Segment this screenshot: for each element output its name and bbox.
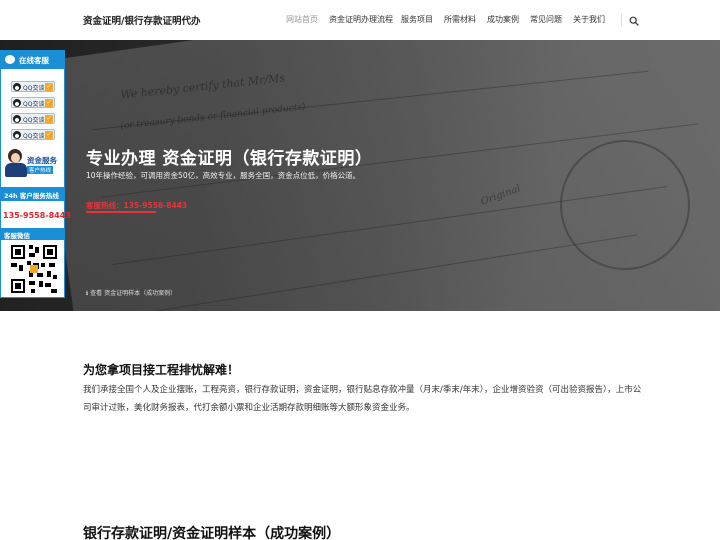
agent-face: [11, 153, 20, 163]
check-icon: ✓: [45, 83, 53, 91]
qq-chat-button[interactable]: QQ交谈 ✓: [11, 97, 55, 108]
check-icon: ✓: [45, 115, 53, 123]
wechat-label: 客服微信: [4, 232, 30, 240]
qq-penguin-icon: [13, 115, 21, 123]
hero-caption-link[interactable]: ℹ 查看 资金证明样本（成功案例）: [86, 288, 176, 297]
nav-item-faq[interactable]: 常见问题: [530, 14, 562, 25]
nav-item-home[interactable]: 网站首页: [286, 14, 318, 25]
nav-item-about[interactable]: 关于我们: [573, 14, 605, 25]
service-panel-header: 在线客服: [1, 51, 64, 69]
online-service-panel: 在线客服 QQ交谈 ✓ QQ交谈 ✓ QQ交谈 ✓ QQ交谈 ✓ 资金服务 客户…: [0, 50, 71, 298]
agent-title: 资金服务: [27, 156, 57, 165]
check-icon: ✓: [45, 131, 53, 139]
qq-chat-button[interactable]: QQ交谈 ✓: [11, 129, 55, 140]
qq-penguin-icon: [13, 99, 21, 107]
check-icon: ✓: [45, 99, 53, 107]
agent-body: [5, 163, 27, 177]
qq-chat-label: QQ交谈: [23, 117, 45, 124]
qq-chat-label: QQ交谈: [23, 133, 45, 140]
intro-title: 为您拿项目接工程排忧解难！: [83, 363, 240, 377]
qq-penguin-icon: [13, 131, 21, 139]
service-panel-title: 在线客服: [19, 56, 49, 65]
wechat-label-bar: 客服微信: [1, 228, 64, 240]
qq-chat-button[interactable]: QQ交谈 ✓: [11, 113, 55, 124]
hero-hotline-link[interactable]: 客服热线：135-9558-8443: [86, 200, 187, 211]
service-agent: 资金服务 客户热线: [5, 147, 61, 179]
hero-hotline-underline: [86, 211, 156, 213]
nav-item-cases[interactable]: 成功案例: [487, 14, 519, 25]
hero-banner: We hereby certify that Mr/Ms (or treasur…: [0, 40, 720, 311]
hotline-label-bar: 24h 客户服务热线: [1, 187, 64, 201]
nav-item-materials[interactable]: 所需材料: [444, 14, 476, 25]
hotline-label: 24h 客户服务热线: [4, 192, 59, 200]
qq-chat-button[interactable]: QQ交谈 ✓: [11, 81, 55, 92]
site-title[interactable]: 资金证明/银行存款证明代办: [83, 13, 200, 27]
qq-penguin-icon: [13, 83, 21, 91]
hero-subtitle: 10年操作经验，可调用资金50亿，高效专业，服务全国，资金点位低，价格公道。: [86, 171, 361, 180]
chat-bubble-icon: [5, 55, 15, 64]
service-phone[interactable]: 135-9558-8443: [3, 211, 71, 220]
agent-tag: 客户热线: [27, 166, 54, 174]
nav-item-process[interactable]: 资金证明办理流程: [329, 14, 393, 25]
qq-chat-label: QQ交谈: [23, 85, 45, 92]
search-icon[interactable]: [629, 16, 639, 26]
wechat-qr-code: [9, 243, 59, 295]
hero-title: 专业办理 资金证明（银行存款证明）: [86, 149, 373, 169]
site-header: 资金证明/银行存款证明代办 网站首页 资金证明办理流程 服务项目 所需材料 成功…: [0, 0, 720, 40]
nav-item-services[interactable]: 服务项目: [401, 14, 433, 25]
intro-body: 我们承接全国个人及企业摆账，工程亮资，银行存款证明，资金证明，银行贴息存款冲量（…: [83, 385, 642, 413]
samples-title: 银行存款证明/资金证明样本（成功案例）: [83, 526, 341, 540]
nav-divider: [621, 14, 622, 26]
qq-chat-label: QQ交谈: [23, 101, 45, 108]
